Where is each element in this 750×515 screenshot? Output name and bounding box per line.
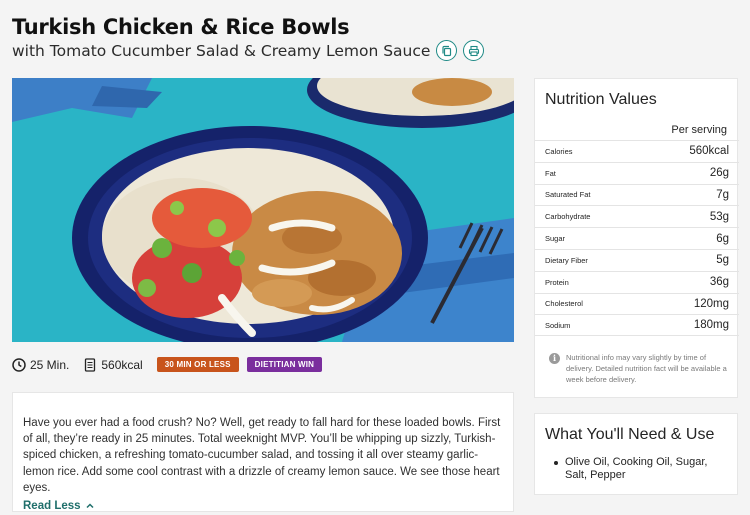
nutrition-note: i Nutritional info may vary slightly by … xyxy=(549,352,729,385)
recipe-meta: 25 Min. 560kcal 30 MIN OR LESS DIETITIAN… xyxy=(12,357,330,372)
food-photo xyxy=(12,78,514,342)
chevron-up-icon xyxy=(86,503,94,509)
nutrition-label: Sugar xyxy=(545,234,566,244)
nutrition-label: Calories xyxy=(545,146,573,156)
nutrition-value: 53g xyxy=(709,210,729,223)
time-info: 25 Min. xyxy=(12,358,69,372)
what-you-need-title: What You'll Need & Use xyxy=(545,426,715,443)
nutrition-value: 5g xyxy=(716,254,729,267)
description-card: Have you ever had a food crush? No? Well… xyxy=(12,392,514,512)
nutrition-row: Cholesterol 120mg xyxy=(535,292,739,315)
print-button[interactable] xyxy=(463,40,485,61)
what-you-need-card: What You'll Need & Use Olive Oil, Cookin… xyxy=(534,413,738,495)
nutrition-label: Sodium xyxy=(545,320,571,330)
clock-icon xyxy=(12,357,26,372)
document-icon xyxy=(85,357,96,372)
subtitle-row: with Tomato Cucumber Salad & Creamy Lemo… xyxy=(12,40,485,61)
bullet-icon xyxy=(554,461,558,465)
nutrition-row: Carbohydrate 53g xyxy=(535,205,739,227)
tag-30-min[interactable]: 30 MIN OR LESS xyxy=(156,357,239,372)
copy-button[interactable] xyxy=(436,40,458,61)
nutrition-title: Nutrition Values xyxy=(545,91,657,108)
read-less-link[interactable]: Read Less xyxy=(23,500,503,512)
recipe-title: Turkish Chicken & Rice Bowls xyxy=(12,15,350,39)
nutrition-value: 36g xyxy=(709,276,729,289)
nutrition-value: 180mg xyxy=(693,319,729,332)
nutrition-table: Calories 560kcal Fat 26g Saturated Fat 7g C… xyxy=(535,140,739,337)
nutrition-label: Fat xyxy=(545,168,556,178)
tag-dietitian-win[interactable]: DIETITIAN WIN xyxy=(246,357,323,372)
time-value: 25 Min. xyxy=(30,357,70,372)
nutrition-value: 6g xyxy=(716,232,729,245)
nutrition-value: 560kcal xyxy=(689,145,729,158)
nutrition-value: 26g xyxy=(709,167,729,180)
recipe-page: Turkish Chicken & Rice Bowls with Tomato… xyxy=(0,0,750,515)
per-serving-label: Per serving xyxy=(671,124,727,136)
nutrition-row: Calories 560kcal xyxy=(535,140,739,162)
nutrition-value: 7g xyxy=(716,188,729,201)
description-text: Have you ever had a food crush? No? Well… xyxy=(23,417,501,494)
nutrition-row: Protein 36g xyxy=(535,270,739,293)
recipe-hero-image xyxy=(12,78,514,342)
nutrition-row: Sugar 6g xyxy=(535,227,739,249)
nutrition-label: Cholesterol xyxy=(545,299,583,309)
recipe-subtitle: with Tomato Cucumber Salad & Creamy Lemo… xyxy=(12,41,431,60)
info-icon: i xyxy=(549,353,560,364)
read-less-label: Read Less xyxy=(23,500,81,513)
nutrition-row: Sodium 180mg xyxy=(535,314,739,337)
nutrition-label: Protein xyxy=(545,277,569,287)
nutrition-note-text: Nutritional info may vary slightly by ti… xyxy=(566,353,727,384)
nutrition-label: Carbohydrate xyxy=(545,212,591,222)
nutrition-row: Saturated Fat 7g xyxy=(535,183,739,206)
nutrition-row: Fat 26g xyxy=(535,161,739,184)
pantry-list: Olive Oil, Cooking Oil, Sugar, Salt, Pep… xyxy=(554,456,730,482)
nutrition-card: Nutrition Values Per serving Calories 560… xyxy=(534,78,739,398)
nutrition-label: Saturated Fat xyxy=(545,190,591,200)
print-icon xyxy=(468,45,480,56)
calories-info: 560kcal xyxy=(83,357,143,372)
copy-icon xyxy=(442,45,452,56)
nutrition-value: 120mg xyxy=(693,297,729,310)
calories-value: 560kcal xyxy=(101,357,143,372)
nutrition-row: Dietary Fiber 5g xyxy=(535,248,739,271)
nutrition-label: Dietary Fiber xyxy=(545,255,588,265)
pantry-item: Olive Oil, Cooking Oil, Sugar, Salt, Pep… xyxy=(565,456,708,481)
